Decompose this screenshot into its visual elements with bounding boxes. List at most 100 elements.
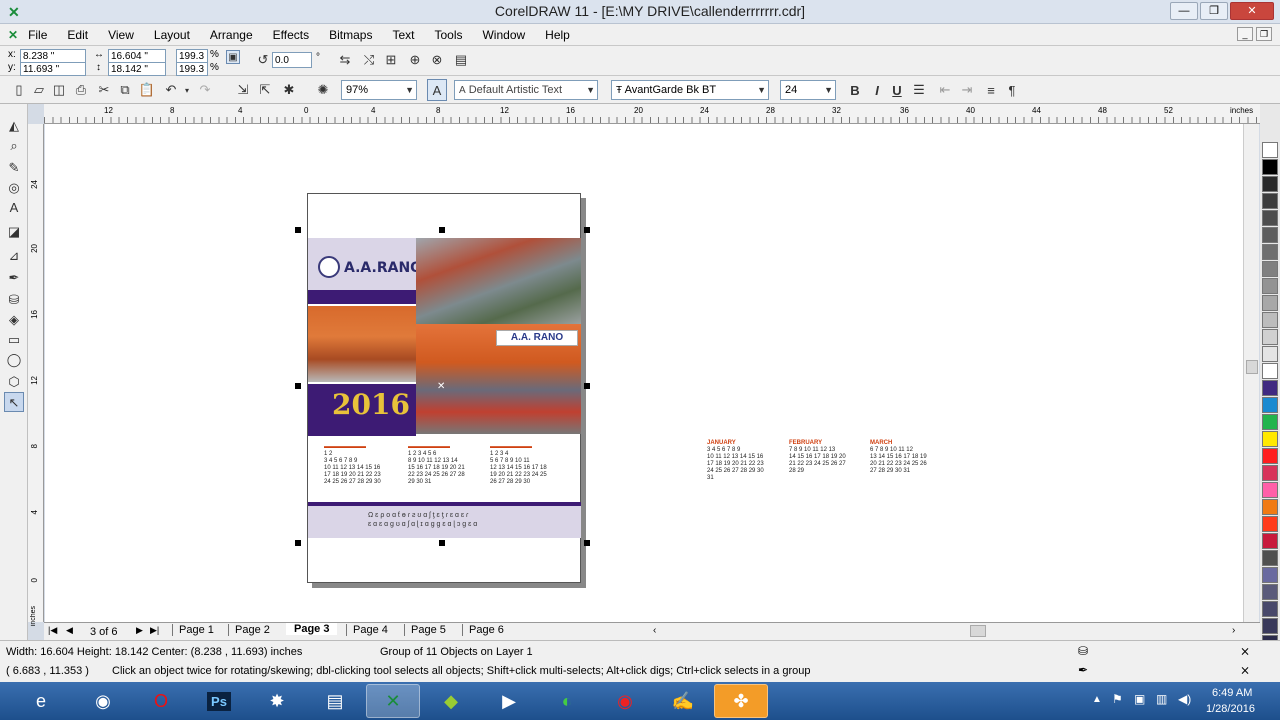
ellipse-tool-icon[interactable]: ◯	[4, 350, 24, 370]
doc-minimize-button[interactable]: _	[1237, 27, 1253, 41]
lock-ratio-icon[interactable]: ▣	[226, 50, 240, 64]
color-swatch[interactable]	[1262, 584, 1278, 600]
selection-handle[interactable]	[295, 227, 301, 233]
last-page-icon[interactable]: ▶|	[150, 625, 159, 636]
color-swatch[interactable]	[1262, 448, 1278, 464]
color-swatch[interactable]	[1262, 414, 1278, 430]
menu-window[interactable]: Window	[472, 28, 535, 42]
fill-tool-icon[interactable]: ⛁	[4, 290, 24, 310]
align-icon[interactable]: ☰	[910, 81, 928, 99]
tray-flag-icon[interactable]: ⚑	[1112, 692, 1123, 706]
next-page-icon[interactable]: ▶	[136, 625, 143, 636]
width-input[interactable]	[108, 49, 166, 63]
menu-edit[interactable]: Edit	[57, 28, 98, 42]
app-green-icon[interactable]: ◐	[540, 684, 594, 718]
color-swatch[interactable]	[1262, 295, 1278, 311]
zoom-tool-icon[interactable]: ⌕	[4, 136, 24, 156]
tab-page-3[interactable]: Page 3	[286, 623, 338, 635]
color-swatch[interactable]	[1262, 193, 1278, 209]
ie-icon[interactable]: e	[14, 684, 68, 718]
paste-icon[interactable]: 📋	[138, 81, 156, 99]
zoom-combo[interactable]: 97% ▼	[341, 80, 417, 100]
tab-page-2[interactable]: Page 2	[228, 624, 276, 636]
color-swatch[interactable]	[1262, 618, 1278, 634]
outline-tool-icon[interactable]: ✒	[4, 268, 24, 288]
menu-view[interactable]: View	[98, 28, 144, 42]
doc-icon[interactable]: ✕	[8, 28, 18, 42]
first-page-icon[interactable]: |◀	[48, 625, 57, 636]
coreldraw-task-icon[interactable]: ✕	[366, 684, 420, 718]
fill-indicator-icon[interactable]: ⛁	[1078, 644, 1088, 658]
color-swatch[interactable]	[1262, 227, 1278, 243]
color-swatch[interactable]	[1262, 533, 1278, 549]
selection-handle[interactable]	[295, 540, 301, 546]
vertical-scrollbar[interactable]	[1243, 124, 1259, 622]
color-swatch[interactable]	[1262, 261, 1278, 277]
color-swatch[interactable]	[1262, 516, 1278, 532]
selection-handle[interactable]	[439, 540, 445, 546]
bullet-list-icon[interactable]: ≡	[982, 81, 1000, 99]
photoshop-icon[interactable]: Ps	[192, 684, 246, 718]
media-player-icon[interactable]: ▶	[482, 684, 536, 718]
font-size-combo[interactable]: 24 ▼	[780, 80, 836, 100]
undo-dropdown-icon[interactable]: ▾	[178, 81, 196, 99]
scroll-left-icon[interactable]: ‹	[653, 625, 656, 636]
color-swatch[interactable]	[1262, 363, 1278, 379]
color-swatch[interactable]	[1262, 550, 1278, 566]
text-tool-icon[interactable]: A	[4, 198, 24, 218]
color-swatch[interactable]	[1262, 346, 1278, 362]
spiral-tool-icon[interactable]: ◎	[4, 178, 24, 198]
save-icon[interactable]: ◫	[50, 81, 68, 99]
color-swatch[interactable]	[1262, 567, 1278, 583]
doc-restore-button[interactable]: ❐	[1256, 27, 1272, 41]
tab-page-5[interactable]: Page 5	[404, 624, 452, 636]
color-swatch[interactable]	[1262, 278, 1278, 294]
underline-button[interactable]: U	[888, 81, 906, 99]
tray-device-icon[interactable]: ▣	[1134, 692, 1145, 706]
menu-file[interactable]: File	[18, 28, 57, 42]
menu-bitmaps[interactable]: Bitmaps	[319, 28, 382, 42]
color-swatch[interactable]	[1262, 142, 1278, 158]
height-input[interactable]	[108, 62, 166, 76]
selection-handle[interactable]	[584, 383, 590, 389]
italic-button[interactable]: I	[868, 81, 886, 99]
menu-arrange[interactable]: Arrange	[200, 28, 263, 42]
menu-help[interactable]: Help	[535, 28, 580, 42]
corel-online-icon[interactable]: ✺	[314, 81, 332, 99]
y-position-input[interactable]	[20, 62, 86, 76]
outline-indicator-icon[interactable]: ✒	[1078, 663, 1088, 677]
color-swatch[interactable]	[1262, 244, 1278, 260]
color-swatch[interactable]	[1262, 176, 1278, 192]
tray-network-icon[interactable]: ▥	[1156, 692, 1167, 706]
selection-handle[interactable]	[584, 540, 590, 546]
menu-layout[interactable]: Layout	[144, 28, 200, 42]
selection-handle[interactable]	[295, 383, 301, 389]
import-icon[interactable]: ⇲	[234, 81, 252, 99]
mirror-vertical-icon[interactable]: ⤭	[360, 51, 378, 69]
selection-handle[interactable]	[584, 227, 590, 233]
export-icon[interactable]: ⇱	[256, 81, 274, 99]
opera-icon[interactable]: O	[134, 684, 188, 718]
open-icon[interactable]: ▱	[30, 81, 48, 99]
interactive-fill-icon[interactable]: ◈	[4, 310, 24, 330]
app-orange-icon[interactable]: ✤	[714, 684, 768, 718]
font-combo[interactable]: Ŧ AvantGarde Bk BT ▼	[611, 80, 769, 100]
application-launcher-icon[interactable]: ✱	[280, 81, 298, 99]
shape-tool-icon[interactable]: ◭	[4, 116, 24, 136]
menu-effects[interactable]: Effects	[263, 28, 319, 42]
clock-time[interactable]: 6:49 AM	[1212, 687, 1252, 699]
color-swatch[interactable]	[1262, 329, 1278, 345]
scale-y-input[interactable]	[176, 62, 208, 76]
color-swatch[interactable]	[1262, 499, 1278, 515]
app-red-icon[interactable]: ◉	[598, 684, 652, 718]
color-swatch[interactable]	[1262, 397, 1278, 413]
side-month-january[interactable]: JANUARY 3 4 5 6 7 8 9 10 11 12 13 14 15 …	[707, 440, 783, 482]
color-swatch[interactable]	[1262, 465, 1278, 481]
close-button[interactable]: ✕	[1230, 2, 1274, 20]
x-position-input[interactable]	[20, 49, 86, 63]
pick-tool-icon[interactable]: ↖	[4, 392, 24, 412]
color-swatch[interactable]	[1262, 380, 1278, 396]
coreldraw-icon[interactable]: ✕	[8, 4, 24, 20]
rotation-input[interactable]	[272, 52, 312, 68]
indent-increase-icon[interactable]: ⇥	[958, 81, 976, 99]
